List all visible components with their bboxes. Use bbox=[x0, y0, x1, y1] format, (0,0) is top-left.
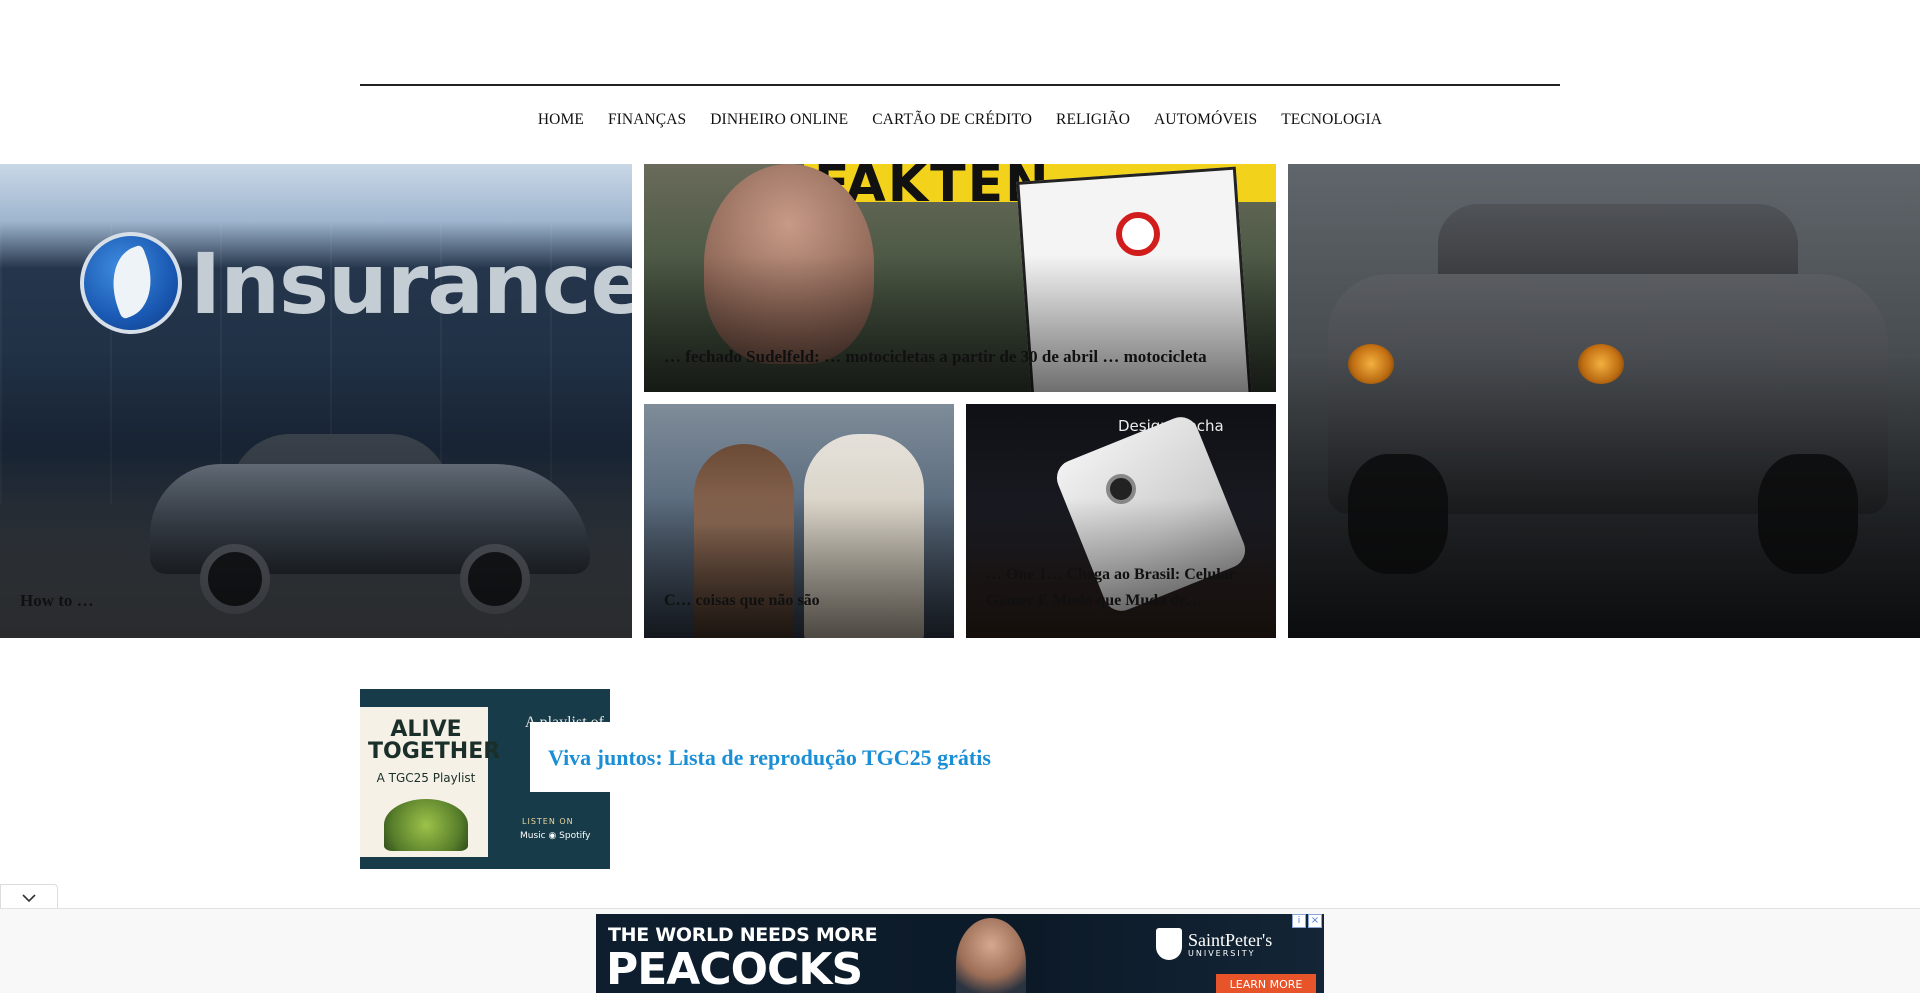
hero-tile-caption[interactable]: … One 1… Chega ao Brasil: Celular Gamer … bbox=[986, 562, 1256, 614]
ad-headline-line1: THE WORLD NEEDS MORE bbox=[608, 924, 878, 946]
nav-automoveis[interactable]: AUTOMÓVEIS bbox=[1154, 110, 1257, 140]
hero-tile-coisas[interactable]: C… coisas que não são bbox=[644, 404, 954, 638]
insurance-logo-text: Insurance bbox=[190, 235, 632, 333]
nav-financas[interactable]: FINANÇAS bbox=[608, 110, 686, 140]
nav-home[interactable]: HOME bbox=[538, 110, 584, 140]
ad-collapse-button[interactable] bbox=[0, 884, 58, 910]
hero-tile-truck[interactable] bbox=[1288, 164, 1920, 638]
chevron-down-icon bbox=[22, 893, 36, 902]
header-divider bbox=[360, 84, 1560, 86]
streaming-services: Music ◉ Spotify bbox=[520, 831, 591, 841]
playlist-title: ALIVE TOGETHER bbox=[368, 717, 501, 764]
listen-on-label: LISTEN ON bbox=[522, 817, 574, 826]
hero-tile-insurance[interactable]: Insurance How to … bbox=[0, 164, 632, 638]
ad-learn-more-button[interactable]: LEARN MORE bbox=[1216, 974, 1316, 993]
tree-icon bbox=[384, 799, 468, 851]
hero-tile-caption[interactable]: How to … bbox=[20, 588, 612, 614]
hero-tile-sudelfeld[interactable]: FAKTEN … fechado Sudelfeld: … motociclet… bbox=[644, 164, 1276, 392]
nav-cartao-de-credito[interactable]: CARTÃO DE CRÉDITO bbox=[872, 110, 1032, 140]
no-motorcycle-sign-icon bbox=[1116, 212, 1160, 256]
tile-gradient bbox=[644, 497, 954, 638]
nav-tecnologia[interactable]: TECNOLOGIA bbox=[1281, 110, 1382, 140]
university-subtitle: UNIVERSITY bbox=[1188, 948, 1256, 958]
featured-post-title[interactable]: Viva juntos: Lista de reprodução TGC25 g… bbox=[548, 744, 991, 772]
ad-close-icon[interactable]: × bbox=[1308, 914, 1322, 928]
shield-icon bbox=[1156, 928, 1182, 960]
hero-tile-celular-gamer[interactable]: Design Mecha … One 1… Chega ao Brasil: C… bbox=[966, 404, 1276, 638]
university-logo: SaintPeter's UNIVERSITY bbox=[1156, 924, 1316, 964]
university-name: SaintPeter's bbox=[1188, 929, 1273, 950]
nav-religiao[interactable]: RELIGIÃO bbox=[1056, 110, 1130, 140]
ad-person-image bbox=[956, 918, 1026, 993]
ad-banner[interactable]: THE WORLD NEEDS MORE PEACOCKS SaintPeter… bbox=[596, 914, 1324, 993]
adchoices-icon[interactable]: i bbox=[1292, 914, 1306, 928]
playlist-subtitle: A TGC25 Playlist bbox=[376, 771, 476, 785]
tile-gradient bbox=[644, 255, 1276, 392]
ad-headline-line2: PEACOCKS bbox=[606, 944, 863, 993]
hero-tile-caption[interactable]: C… coisas que não são bbox=[664, 588, 934, 614]
page: HOME FINANÇAS DINHEIRO ONLINE CARTÃO DE … bbox=[0, 0, 1920, 993]
main-nav: HOME FINANÇAS DINHEIRO ONLINE CARTÃO DE … bbox=[360, 110, 1560, 140]
nav-dinheiro-online[interactable]: DINHEIRO ONLINE bbox=[710, 110, 848, 140]
tile-gradient bbox=[1288, 353, 1920, 638]
hero-tile-caption[interactable]: … fechado Sudelfeld: … motocicletas a pa… bbox=[664, 344, 1256, 370]
